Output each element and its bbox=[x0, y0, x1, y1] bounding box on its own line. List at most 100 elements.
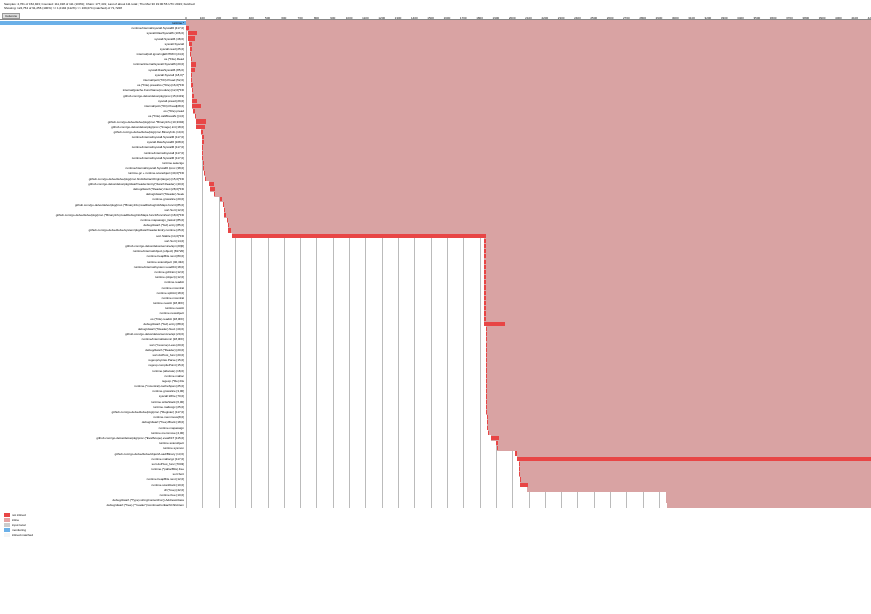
row-label[interactable]: internal/gcache.FuncName(module) [12,0]*… bbox=[0, 88, 186, 92]
row-label[interactable]: os.(*File).pread/os.(*File).[16,0]*FD bbox=[0, 83, 186, 87]
row-label[interactable]: runtime.growslice [3,00] bbox=[0, 389, 186, 393]
bar-fg bbox=[486, 353, 487, 357]
row-label[interactable]: syscall.Write [70,0] bbox=[0, 394, 186, 398]
row-label[interactable]: runtime.malloc bbox=[0, 374, 186, 378]
row-label[interactable]: github.com/go-delve/delve/pkg/proc.(*Ima… bbox=[0, 125, 186, 129]
row-label[interactable]: runtime/internal/syscall.Syscall6 [20,0] bbox=[0, 62, 186, 66]
row-label[interactable]: runtime.growslice [20,0] bbox=[0, 197, 186, 201]
row-label[interactable]: debug/dwarf.(*Reader).Next (40,0) bbox=[0, 327, 186, 331]
row-label[interactable]: df.(*tree) [42,0] bbox=[0, 488, 186, 492]
columns-button[interactable]: Columns bbox=[2, 13, 20, 19]
row-label[interactable]: syscall.Syscall (18,0)* bbox=[0, 73, 186, 77]
bar-fg bbox=[484, 275, 486, 279]
row-label[interactable]: runtime/internal/object,(object) [81720] bbox=[0, 249, 186, 253]
row-label[interactable]: internal/poll.(*FD).Pread[28,0] bbox=[0, 104, 186, 108]
row-label[interactable]: debug/dwarf.(*buf).entry [85,0] bbox=[0, 223, 186, 227]
row-label[interactable]: debug/dwarf.(*Reader).Next [28,0]*FD bbox=[0, 187, 186, 191]
row-label[interactable]: runtime.scanblock [10,0] bbox=[0, 483, 186, 487]
row-label[interactable]: regexp/syntax.Parse [15,0] bbox=[0, 358, 186, 362]
row-label[interactable]: runtime.newAt [18,0FF] bbox=[0, 301, 186, 305]
row-label[interactable]: runtime.gc + runtime.scanobject [40,0]*F… bbox=[0, 171, 186, 175]
row-label[interactable]: debug/dwarf.(*Reader).Seek bbox=[0, 192, 186, 196]
row-label[interactable]: github.com/go-delve/delve/pkg/proc.(*Eva… bbox=[0, 436, 186, 440]
row-label[interactable]: runtime.(*pallocBits).free bbox=[0, 467, 186, 471]
row-label[interactable]: debug/dwarf.(*free).("*reader")/continue… bbox=[0, 503, 186, 507]
row-label[interactable]: runtime.readAt bbox=[0, 280, 186, 284]
row-label[interactable]: runtime/internal/syscall [117,0] bbox=[0, 151, 186, 155]
row-label[interactable]: github.com/go-delve/delve/service/api (2… bbox=[0, 244, 186, 248]
row-label[interactable]: syscall.pread [29,0] bbox=[0, 99, 186, 103]
row-label[interactable]: runtime/internal/syscall.Syscall6 [117,0… bbox=[0, 135, 186, 139]
row-label[interactable]: github.com/go-delve/delve/pkg/proc.Binar… bbox=[0, 130, 186, 134]
row-label[interactable]: github.com/go-delve/delve/object/Load/Bi… bbox=[0, 452, 186, 456]
row-label[interactable]: os.(*File).Read bbox=[0, 57, 186, 61]
row-label[interactable]: runtime/internal/syscall.Syscall6 [117,0… bbox=[0, 156, 186, 160]
row-label[interactable]: internal/poll.(*FD).Pread (52,0) bbox=[0, 78, 186, 82]
row-label[interactable]: regexp.compilePoint [15,0] bbox=[0, 363, 186, 367]
row-label[interactable]: runtime.mapassign_faststr [85,0] bbox=[0, 218, 186, 222]
row-label[interactable]: runtime.* bbox=[0, 21, 186, 25]
row-label[interactable]: github.com/go-delve/delve/service/api (2… bbox=[0, 332, 186, 336]
row-label[interactable]: github.com/go-delve/delve/pkg/proc.findA… bbox=[0, 177, 186, 181]
row-label[interactable]: sort.Sort bbox=[0, 472, 186, 476]
row-label[interactable]: syscall.RawSyscall6 (85,0) bbox=[0, 68, 186, 72]
row-label[interactable]: regexp.(*Re).Dis bbox=[0, 379, 186, 383]
row-label[interactable]: runtime.gcDrain [12,0] bbox=[0, 270, 186, 274]
row-label[interactable]: github.com/go-delve/delve/pkg/dwarf/read… bbox=[0, 182, 186, 186]
row-label[interactable]: os.(*File).call/ReadAt [(4,0] bbox=[0, 114, 186, 118]
row-label[interactable]: runtime.(object) [12,0] bbox=[0, 275, 186, 279]
row-label[interactable]: runtime.scanobject bbox=[0, 441, 186, 445]
row-label[interactable]: sort.Sort [14,0] bbox=[0, 239, 186, 243]
row-label[interactable]: runtime/internal/syscall.Syscall6 /proc … bbox=[0, 166, 186, 170]
row-label[interactable]: runtime.free [10,0] bbox=[0, 493, 186, 497]
row-label[interactable]: debug/dwarf.(*free).Block [18,0] bbox=[0, 420, 186, 424]
row-label[interactable]: github.com/go-delve/delve/pkg/proc.[15,0… bbox=[0, 94, 186, 98]
row-label[interactable]: runtime.memmove [4,00] bbox=[0, 431, 186, 435]
row-label[interactable]: github.com/go-delve/delve/system/pkg/dwa… bbox=[0, 228, 186, 232]
row-label[interactable]: runtime.selectgo bbox=[0, 161, 186, 165]
row-label[interactable]: runtime.sysmon bbox=[0, 446, 186, 450]
row-label[interactable]: syscall.Syscall6 (48,0) bbox=[0, 37, 186, 41]
row-label[interactable]: syscall.RawSyscall6 [108,0] bbox=[0, 140, 186, 144]
row-label[interactable]: runtime.(*mcentral).cacheSpan [25,0] bbox=[0, 384, 186, 388]
row-label[interactable]: debug/dwarf.(*Reader) [20,0] bbox=[0, 348, 186, 352]
row-label[interactable]: internal/poll.ignoringEINTRIO [24,0] bbox=[0, 52, 186, 56]
row-label[interactable]: runtime.writeStack [6,00] bbox=[0, 400, 186, 404]
row-label[interactable]: runtime.mcentral bbox=[0, 286, 186, 290]
row-label[interactable]: runtime.mallocgc [25,0] bbox=[0, 405, 186, 409]
row-label[interactable]: syscall.read [25,0] bbox=[0, 47, 186, 51]
row-label[interactable]: runtime.memmove[8,0] bbox=[0, 415, 186, 419]
row-label[interactable]: runtime/internal/system.Load64 [18,0] bbox=[0, 265, 186, 269]
row-label[interactable]: runtime.newobject bbox=[0, 311, 186, 315]
row-label[interactable]: sort.doPivot_func [20,0] bbox=[0, 353, 186, 357]
row-label[interactable]: os.(*File).readAt [18,0FF] bbox=[0, 317, 186, 321]
row-label[interactable]: runtime.(allocate) (18,0) bbox=[0, 369, 186, 373]
row-label[interactable]: runtime.splitAt [18,0] bbox=[0, 291, 186, 295]
row-label[interactable]: runtime.mcentral bbox=[0, 296, 186, 300]
row-label[interactable]: github.com/go-delve/delve/pkg/proc.(*Reg… bbox=[0, 410, 186, 414]
row-label[interactable]: runtime/internal/atomic [18,0FF] bbox=[0, 337, 186, 341]
row-label[interactable]: debug/dwarf.(*buf).entry [88,0] bbox=[0, 322, 186, 326]
row-label[interactable]: syscall.RawSyscall6 (106,0) bbox=[0, 31, 186, 35]
row-label[interactable]: runtime.mallocgc [117,0] bbox=[0, 457, 186, 461]
row-label[interactable]: os.(*File).pread bbox=[0, 109, 186, 113]
row-label[interactable]: github.com/go-delve/delve/pkg/proc.*Bina… bbox=[0, 120, 186, 124]
row-label[interactable]: sort.Stable [14,0]*FD bbox=[0, 234, 186, 238]
row-label[interactable]: runtime/internal/syscall.Syscall6 [117,0… bbox=[0, 145, 186, 149]
row-label[interactable]: runtime/internal/syscall.Syscall6 [417,0… bbox=[0, 26, 186, 30]
row-label[interactable]: runtime.mapassign bbox=[0, 426, 186, 430]
legend-swatch bbox=[4, 528, 10, 532]
chart-row[interactable]: debug/dwarf.(*free).("*reader")/continue… bbox=[0, 503, 871, 508]
row-label[interactable]: sort.(*reverse).Less [20,0] bbox=[0, 343, 186, 347]
row-label[interactable]: runtime.heapBits.next [12,0] bbox=[0, 477, 186, 481]
row-label[interactable]: syscall.Syscall bbox=[0, 42, 186, 46]
row-label[interactable]: github.com/go-delve/delve/pkg/proc.(*Bin… bbox=[0, 203, 186, 207]
row-label[interactable]: runtime.newAt bbox=[0, 306, 186, 310]
bar-fg bbox=[202, 140, 203, 144]
row-label[interactable]: github.com/go-delve/delve/pkg/proc.(*Bin… bbox=[0, 213, 186, 217]
row-label[interactable]: runtime.heapBits.next [80,0] bbox=[0, 254, 186, 258]
row-label[interactable]: sort.doPivot_func [7043] bbox=[0, 462, 186, 466]
row-label[interactable]: sort.Sort [12,0] bbox=[0, 208, 186, 212]
row-label[interactable]: runtime.scanobject (40,432) bbox=[0, 260, 186, 264]
row-label[interactable]: debug/dwarf.(*Type).stringContentFor().A… bbox=[0, 498, 186, 502]
